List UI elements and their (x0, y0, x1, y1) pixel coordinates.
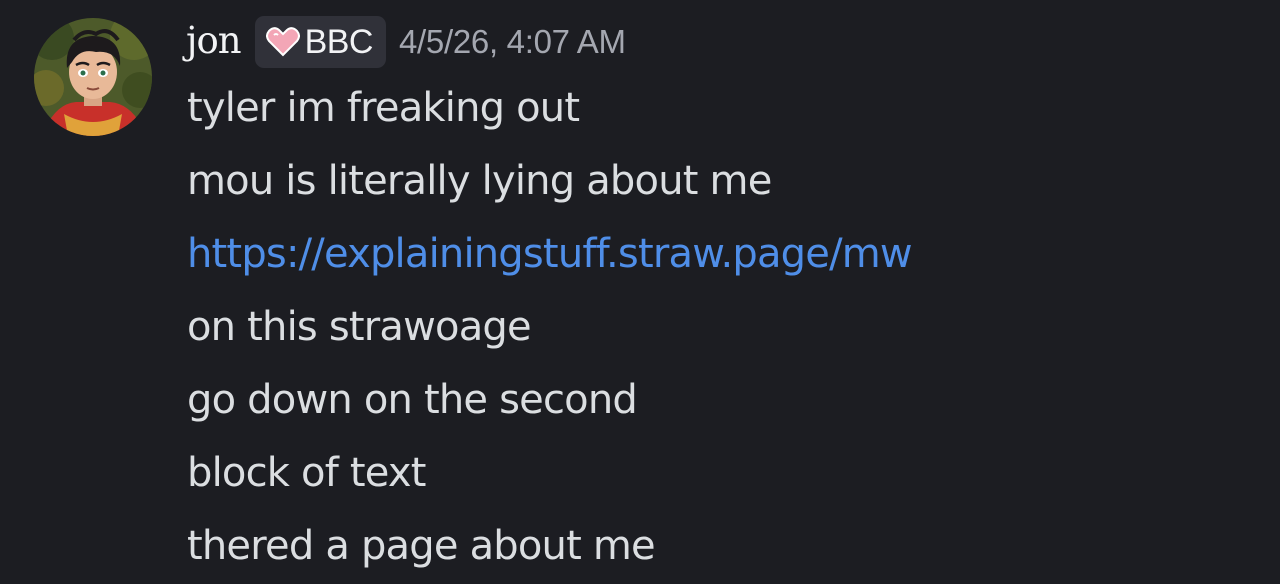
message-line: thered a page about me (187, 523, 656, 569)
message-header: jon BBC 4/5/26, 4:07 AM (186, 14, 626, 70)
avatar-image (34, 18, 152, 136)
message-line: block of text (187, 450, 426, 496)
chat-message: jon BBC 4/5/26, 4:07 AM tyler im freakin… (0, 0, 1280, 584)
avatar[interactable] (34, 18, 152, 136)
message-content: tyler im freaking out mou is literally l… (187, 78, 913, 584)
server-tag-label: BBC (304, 22, 374, 61)
message-line: on this strawoage (187, 304, 532, 350)
message-link[interactable]: https://explainingstuff.straw.page/mw (187, 231, 913, 277)
message-line: go down on the second (187, 377, 638, 423)
message-timestamp[interactable]: 4/5/26, 4:07 AM (399, 23, 626, 61)
message-line: mou is literally lying about me (187, 158, 772, 204)
message-line: tyler im freaking out (187, 85, 580, 131)
message-line-link: https://explainingstuff.straw.page/mw (187, 224, 913, 297)
server-tag[interactable]: BBC (254, 16, 386, 68)
username[interactable]: jon (186, 19, 242, 62)
pink-heart-icon (265, 27, 300, 57)
